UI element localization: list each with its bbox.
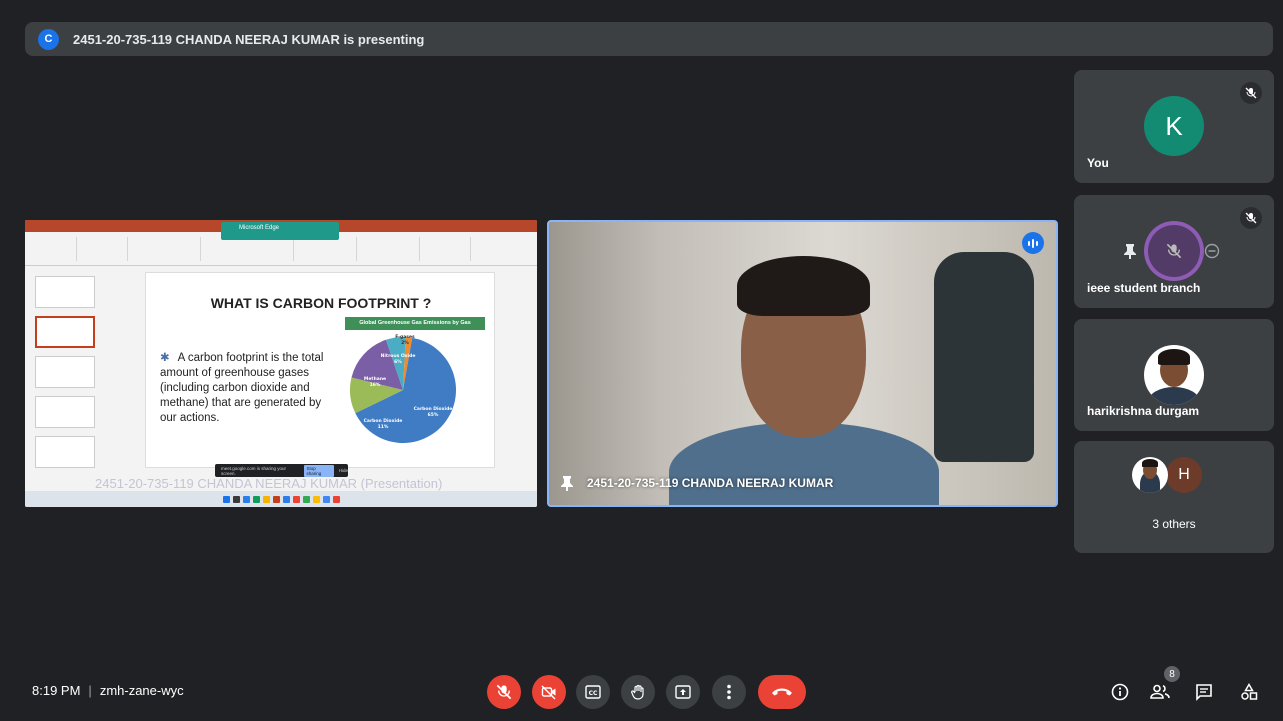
participant-name: ieee student branch — [1087, 281, 1201, 295]
captions-button[interactable]: CC — [576, 675, 610, 709]
audio-level-icon — [1022, 232, 1044, 254]
star-bullet-icon: ✱ — [160, 352, 170, 364]
clock: 8:19 PM — [32, 683, 81, 698]
presentation-name-label: 2451-20-735-119 CHANDA NEERAJ KUMAR (Pre… — [95, 476, 443, 491]
participant-name: 3 others — [1152, 517, 1196, 531]
others-avatars: H — [1132, 457, 1202, 493]
separator: | — [88, 683, 92, 698]
presenter-camera-tile[interactable]: 2451-20-735-119 CHANDA NEERAJ KUMAR — [547, 220, 1058, 507]
avatar: K — [1144, 96, 1204, 156]
mic-off-icon — [496, 684, 512, 700]
pie-svg: F-gases2%Carbon Dioxide65%Carbon Dioxide… — [350, 334, 456, 443]
presenting-banner: C 2451-20-735-119 CHANDA NEERAJ KUMAR is… — [25, 22, 1273, 56]
leave-call-button[interactable] — [758, 675, 806, 709]
person-hair — [737, 256, 870, 316]
pie-slice-value: 16% — [370, 382, 381, 388]
chart-title: Global Greenhouse Gas Emissions by Gas — [345, 317, 485, 330]
slide-thumbnail[interactable] — [35, 436, 95, 468]
slide-thumbnails[interactable] — [29, 272, 95, 484]
more-options-button[interactable] — [712, 675, 746, 709]
end-call-icon — [772, 688, 792, 696]
bottom-toolbar: 8:19 PM | zmh-zane-wyc CC 8 — [0, 660, 1283, 721]
presenting-text: 2451-20-735-119 CHANDA NEERAJ KUMAR is p… — [73, 31, 425, 47]
mic-off-icon — [1148, 225, 1200, 277]
slide-bullet: ✱ A carbon footprint is the total amount … — [160, 352, 324, 424]
hide-button[interactable]: Hide — [339, 468, 348, 473]
participant-name: You — [1087, 156, 1109, 170]
edge-notification: Microsoft Edge — [221, 222, 339, 240]
meeting-code: zmh-zane-wyc — [99, 683, 184, 698]
camera-off-icon — [541, 685, 556, 700]
meeting-details-button[interactable] — [1106, 678, 1134, 706]
people-icon — [1150, 684, 1170, 699]
participant-name: harikrishna durgam — [1087, 404, 1200, 418]
avatar — [1144, 345, 1204, 405]
captions-icon: CC — [585, 685, 601, 699]
hanging-coat — [934, 252, 1034, 462]
avatar — [1132, 457, 1168, 493]
pie-slice-value: 65% — [428, 412, 439, 418]
participant-tile-ieee[interactable]: ieee student branch — [1074, 195, 1274, 308]
stop-sharing-button[interactable]: Stop sharing — [303, 464, 334, 477]
info-icon — [1111, 683, 1129, 701]
avatar: H — [1166, 457, 1202, 493]
pie-slice-value: 11% — [378, 424, 389, 430]
meeting-details: 8:19 PM | zmh-zane-wyc — [32, 683, 184, 698]
mic-off-icon — [1240, 82, 1262, 104]
pie-slice-label: Methane — [364, 376, 386, 382]
pie-slice-value: 6% — [394, 359, 402, 365]
pie-slice-label: F-gases — [395, 334, 415, 340]
present-icon — [675, 685, 691, 699]
participant-tile-harikrishna[interactable]: harikrishna durgam — [1074, 319, 1274, 431]
pin-icon[interactable] — [561, 475, 573, 491]
pie-slice-value: 2% — [401, 340, 409, 346]
remove-icon[interactable] — [1204, 221, 1220, 281]
slide-thumbnail[interactable] — [35, 356, 95, 388]
pie-chart: Global Greenhouse Gas Emissions by Gas F… — [345, 317, 485, 467]
participants-button[interactable] — [1146, 678, 1174, 706]
raise-hand-button[interactable] — [621, 675, 655, 709]
mic-off-icon — [1240, 207, 1262, 229]
camera-button[interactable] — [532, 675, 566, 709]
more-vert-icon — [727, 684, 731, 700]
presentation-tile[interactable]: Microsoft Edge WHAT IS CARBON FOOTPRINT … — [25, 220, 537, 507]
slide-thumbnail[interactable] — [35, 276, 95, 308]
chat-button[interactable] — [1190, 678, 1218, 706]
activities-button[interactable] — [1235, 678, 1263, 706]
activities-icon — [1241, 683, 1258, 700]
slide-thumbnail[interactable] — [35, 396, 95, 428]
windows-taskbar — [25, 491, 537, 507]
hand-icon — [631, 684, 644, 700]
pin-icon[interactable] — [1124, 221, 1136, 281]
present-button[interactable] — [666, 675, 700, 709]
microphone-button[interactable] — [487, 675, 521, 709]
participant-tile-others[interactable]: H 3 others — [1074, 441, 1274, 553]
slide-thumbnail[interactable] — [35, 316, 95, 348]
pie-slice-label: Carbon Dioxide — [414, 406, 453, 412]
svg-text:CC: CC — [589, 690, 598, 697]
share-bar-text: meet.google.com is sharing your screen. — [221, 465, 287, 476]
chat-icon — [1196, 684, 1212, 701]
pie-slice-label: Nitrous Oxide — [381, 353, 416, 359]
participant-tile-you[interactable]: K You — [1074, 70, 1274, 183]
slide-canvas: WHAT IS CARBON FOOTPRINT ? ✱ A carbon foo… — [145, 272, 495, 468]
camera-name-label: 2451-20-735-119 CHANDA NEERAJ KUMAR — [561, 475, 833, 491]
pie-slice-label: Carbon Dioxide — [364, 418, 403, 424]
presenter-avatar: C — [38, 28, 59, 50]
slide-title: WHAT IS CARBON FOOTPRINT ? — [210, 295, 432, 311]
